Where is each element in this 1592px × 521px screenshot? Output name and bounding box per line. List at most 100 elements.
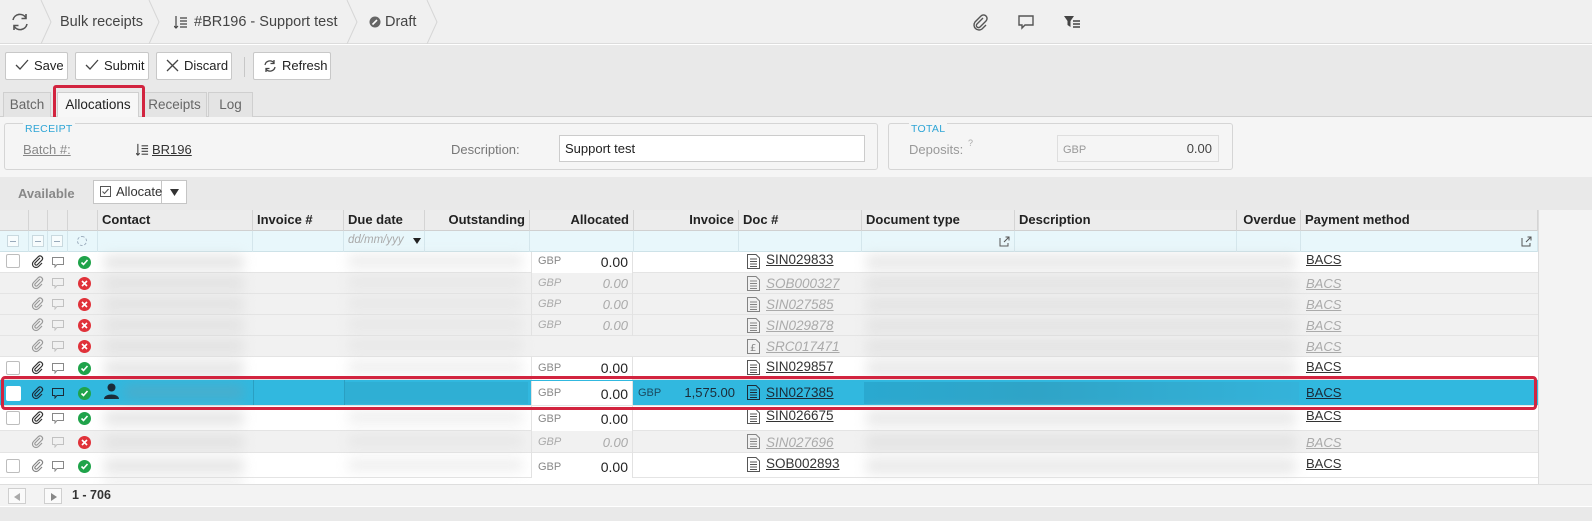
open-external-icon[interactable]: [1521, 236, 1532, 247]
header-due-date[interactable]: Due date: [344, 210, 425, 231]
paperclip-icon[interactable]: [31, 318, 45, 332]
row-checkbox[interactable]: [6, 411, 20, 425]
filter-list-icon[interactable]: [1062, 12, 1082, 32]
comment-icon[interactable]: [52, 278, 64, 289]
payment-method-link[interactable]: BACS: [1306, 339, 1341, 354]
paperclip-icon[interactable]: [31, 435, 45, 449]
row-checkbox[interactable]: [6, 254, 20, 268]
allocated-input[interactable]: GBP 0.00: [531, 252, 633, 273]
submit-button[interactable]: Submit: [75, 52, 149, 80]
table-row[interactable]: GBP 0.00 SIN027696 BACS: [0, 431, 1592, 453]
header-doc-number[interactable]: Doc #: [739, 210, 862, 231]
payment-method-link[interactable]: BACS: [1306, 456, 1341, 471]
row-checkbox[interactable]: [6, 459, 20, 473]
paperclip-icon[interactable]: [31, 361, 45, 375]
header-payment-method[interactable]: Payment method: [1301, 210, 1538, 231]
filter-invoice-number[interactable]: [253, 231, 344, 252]
filter-select[interactable]: [0, 231, 29, 252]
filter-overdue[interactable]: [1237, 231, 1301, 252]
tab-log[interactable]: Log: [208, 92, 253, 118]
header-invoice[interactable]: Invoice: [634, 210, 739, 231]
comment-icon[interactable]: [1016, 12, 1036, 32]
filter-description[interactable]: [1015, 231, 1237, 252]
contact-cell[interactable]: [104, 255, 244, 269]
previous-page-button[interactable]: [8, 488, 26, 504]
contact-cell[interactable]: [104, 297, 244, 311]
comment-icon[interactable]: [52, 363, 64, 374]
doc-link[interactable]: SIN029833: [766, 252, 834, 267]
next-page-button[interactable]: [44, 488, 62, 504]
filter-attach[interactable]: [29, 231, 48, 252]
paperclip-icon[interactable]: [31, 297, 45, 311]
contact-cell[interactable]: [104, 459, 244, 473]
attachment-icon[interactable]: [970, 12, 990, 32]
filter-contact[interactable]: [98, 231, 253, 252]
filter-invoice[interactable]: [634, 231, 739, 252]
tab-batch[interactable]: Batch: [3, 92, 51, 118]
comment-icon[interactable]: [52, 299, 64, 310]
filter-document-type[interactable]: [862, 231, 1015, 252]
caret-down-icon[interactable]: [413, 238, 421, 244]
contact-cell[interactable]: [104, 411, 244, 425]
payment-method-link[interactable]: BACS: [1306, 276, 1341, 291]
doc-link[interactable]: SIN029857: [766, 359, 834, 374]
contact-cell[interactable]: [104, 339, 244, 353]
header-allocated[interactable]: Allocated: [530, 210, 634, 231]
doc-link[interactable]: SIN029878: [766, 318, 834, 333]
save-button[interactable]: Save: [5, 52, 68, 80]
payment-method-link[interactable]: BACS: [1306, 318, 1341, 333]
table-row[interactable]: GBP 0.00 SIN029878 BACS: [0, 315, 1592, 336]
header-contact[interactable]: Contact: [98, 210, 253, 231]
payment-method-link[interactable]: BACS: [1306, 252, 1341, 267]
comment-icon[interactable]: [52, 461, 64, 472]
allocated-input[interactable]: GBP 0.00: [531, 453, 633, 478]
comment-icon[interactable]: [52, 257, 64, 268]
paperclip-icon[interactable]: [31, 255, 45, 269]
paperclip-icon[interactable]: [31, 339, 45, 353]
header-overdue[interactable]: Overdue: [1237, 210, 1301, 231]
contact-cell[interactable]: [104, 276, 244, 290]
filter-due-date[interactable]: dd/mm/yyy: [344, 231, 425, 252]
breadcrumb-bulk-receipts[interactable]: Bulk receipts: [60, 0, 143, 44]
paperclip-icon[interactable]: [31, 459, 45, 473]
description-field[interactable]: Support test: [559, 135, 865, 162]
filter-payment-method[interactable]: [1301, 231, 1538, 252]
filter-comment[interactable]: [48, 231, 68, 252]
table-row[interactable]: GBP 0.00 SIN029833 BACS: [0, 252, 1592, 273]
header-description[interactable]: Description: [1015, 210, 1237, 231]
header-document-type[interactable]: Document type: [862, 210, 1015, 231]
table-row[interactable]: GBP 0.00 SIN027585 BACS: [0, 294, 1592, 315]
filter-outstanding[interactable]: [425, 231, 530, 252]
reload-icon[interactable]: [8, 11, 32, 33]
doc-link[interactable]: SIN027585: [766, 297, 834, 312]
doc-link[interactable]: SIN026675: [766, 408, 834, 423]
contact-cell[interactable]: [104, 318, 244, 332]
doc-link[interactable]: SOB002893: [766, 456, 840, 471]
paperclip-icon[interactable]: [31, 411, 45, 425]
batch-link[interactable]: BR196: [152, 142, 192, 157]
tab-receipts[interactable]: Receipts: [142, 92, 207, 118]
filter-status[interactable]: [68, 231, 98, 252]
header-outstanding[interactable]: Outstanding: [425, 210, 530, 231]
comment-icon[interactable]: [52, 341, 64, 352]
allocate-dropdown-button[interactable]: [162, 180, 187, 204]
breadcrumb-record[interactable]: #BR196 - Support test: [194, 0, 337, 44]
paperclip-icon[interactable]: [31, 276, 45, 290]
payment-method-link[interactable]: BACS: [1306, 359, 1341, 374]
comment-icon[interactable]: [52, 320, 64, 331]
filter-allocated[interactable]: [530, 231, 634, 252]
contact-cell[interactable]: [104, 435, 244, 449]
doc-link[interactable]: SOB000327: [766, 276, 840, 291]
comment-icon[interactable]: [52, 437, 64, 448]
contact-cell[interactable]: [104, 361, 244, 375]
allocate-button[interactable]: Allocate: [93, 180, 162, 204]
payment-method-link[interactable]: BACS: [1306, 297, 1341, 312]
filter-doc-number[interactable]: [739, 231, 862, 252]
open-external-icon[interactable]: [999, 236, 1010, 247]
payment-method-link[interactable]: BACS: [1306, 408, 1341, 423]
table-row[interactable]: £ SRC017471 BACS: [0, 336, 1592, 357]
doc-link[interactable]: SRC017471: [766, 339, 840, 354]
comment-icon[interactable]: [52, 413, 64, 424]
payment-method-link[interactable]: BACS: [1306, 435, 1341, 450]
header-invoice-number[interactable]: Invoice #: [253, 210, 344, 231]
